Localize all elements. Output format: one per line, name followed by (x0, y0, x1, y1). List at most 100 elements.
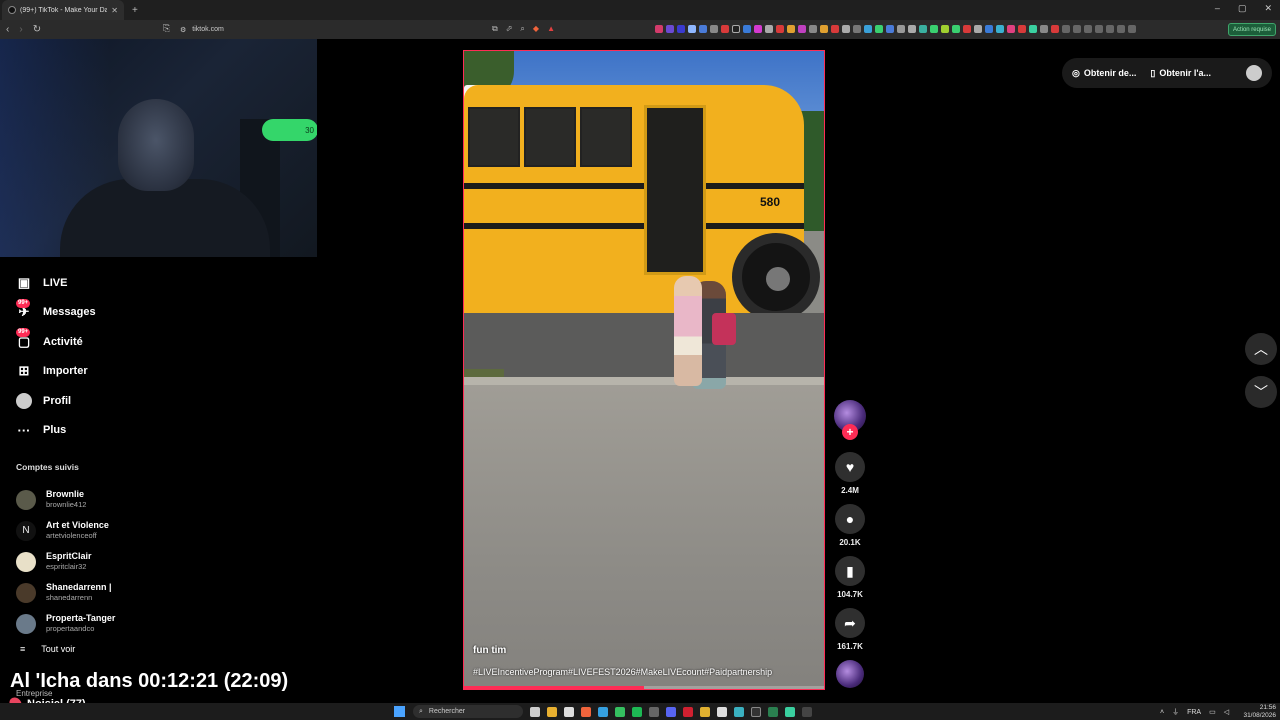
chatgpt-icon[interactable] (717, 707, 727, 717)
share-arrow-icon[interactable]: ➦ (835, 608, 865, 638)
following-account[interactable]: Properta-Tanger propertaandco (16, 608, 216, 639)
minimize-button[interactable]: – (1215, 3, 1220, 14)
close-window-button[interactable]: ✕ (1264, 3, 1272, 14)
sidebar-item-profile[interactable]: Profil (16, 386, 216, 416)
extension-icon[interactable] (776, 25, 784, 33)
following-account[interactable]: Shanedarrenn | shanedarrenn (16, 577, 216, 608)
task-view-icon[interactable] (530, 707, 540, 717)
terminal-icon[interactable] (751, 707, 761, 717)
downloads-icon[interactable] (1084, 25, 1092, 33)
extension-icon[interactable] (886, 25, 894, 33)
video-player[interactable]: 580 (463, 50, 825, 690)
next-video-button[interactable]: ﹀ (1245, 376, 1277, 408)
video-hashtags[interactable]: #LIVEIncentiveProgram#LIVEFEST2026#MakeL… (473, 667, 772, 677)
new-tab-button[interactable]: + (132, 5, 138, 16)
telegram-icon[interactable] (598, 707, 608, 717)
extension-icon[interactable] (710, 25, 718, 33)
zoom-icon[interactable]: ⌕ (520, 24, 524, 34)
chrome-icon[interactable] (700, 707, 710, 717)
comment-icon[interactable]: ● (835, 504, 865, 534)
sidebar-icon[interactable] (1095, 25, 1103, 33)
extension-icon[interactable] (688, 25, 696, 33)
following-account[interactable]: N Art et Violence artetviolenceoff (16, 515, 216, 546)
site-info-icon[interactable]: ⚙ (180, 26, 186, 34)
brave-icon[interactable] (581, 707, 591, 717)
sidebar-item-more[interactable]: ··· Plus (16, 416, 216, 446)
action-required-button[interactable]: Action requise (1227, 23, 1276, 36)
sidebar-item-upload[interactable]: ⊞ Importer (16, 357, 216, 387)
previous-video-button[interactable]: ︿ (1245, 333, 1277, 365)
extension-icon[interactable] (666, 25, 674, 33)
extension-icon[interactable] (732, 25, 740, 33)
sidebar-item-messages[interactable]: ✈ 99+ Messages (16, 298, 216, 328)
extension-icon[interactable] (721, 25, 729, 33)
maximize-button[interactable]: ▢ (1238, 3, 1247, 14)
forward-arrow-icon[interactable]: › (19, 24, 22, 35)
extension-icon[interactable] (985, 25, 993, 33)
extension-icon[interactable] (677, 25, 685, 33)
bookmark-icon[interactable]: ⎘ (163, 23, 170, 34)
browser-tab[interactable]: (99+) TikTok - Make Your Day ✕ (2, 0, 124, 20)
extension-icon[interactable] (930, 25, 938, 33)
extension-icon[interactable] (875, 25, 883, 33)
get-desktop-app-button[interactable]: ◎ Obtenir de... (1072, 68, 1136, 79)
display-icon[interactable]: ▭ (1209, 708, 1216, 716)
music-disc-icon[interactable] (836, 660, 864, 688)
extension-icon[interactable] (831, 25, 839, 33)
extension-icon[interactable] (798, 25, 806, 33)
back-arrow-icon[interactable]: ‹ (6, 24, 9, 35)
usb-icon[interactable]: ⏚ (1172, 707, 1179, 717)
whatsapp-icon[interactable] (615, 707, 625, 717)
playlist-icon[interactable] (1073, 25, 1081, 33)
extension-icon[interactable] (908, 25, 916, 33)
get-app-button[interactable]: ▯ Obtenir l'a... (1150, 68, 1211, 79)
store-icon[interactable] (564, 707, 574, 717)
warning-icon[interactable]: ▲ (547, 24, 555, 34)
follow-plus-icon[interactable]: + (842, 424, 858, 440)
extension-icon[interactable] (919, 25, 927, 33)
tab-close-icon[interactable]: ✕ (111, 6, 118, 15)
following-account[interactable]: EspritClair espritclair32 (16, 546, 216, 577)
wallet-icon[interactable] (1106, 25, 1114, 33)
extension-icon[interactable] (897, 25, 905, 33)
extension-icon[interactable] (963, 25, 971, 33)
extension-icon[interactable] (1040, 25, 1048, 33)
taskbar-clock[interactable]: 21:56 31/08/2026 (1243, 704, 1276, 719)
file-explorer-icon[interactable] (547, 707, 557, 717)
language-indicator[interactable]: FRA (1187, 709, 1201, 716)
excel-icon[interactable] (768, 707, 778, 717)
vpn-icon[interactable] (1128, 25, 1136, 33)
extension-icon[interactable] (853, 25, 861, 33)
extension-icon[interactable] (1029, 25, 1037, 33)
extension-icon[interactable] (974, 25, 982, 33)
extension-icon[interactable] (1007, 25, 1015, 33)
windows-start-icon[interactable] (394, 706, 405, 717)
install-icon[interactable]: ⬀ (506, 24, 513, 34)
extension-icon[interactable] (765, 25, 773, 33)
bookmark-icon[interactable]: ▮ (835, 556, 865, 586)
video-progress-bar[interactable] (464, 686, 824, 689)
see-all-button[interactable]: ≡ Tout voir (20, 644, 75, 654)
taskbar-search[interactable]: ⌕ Rechercher (413, 705, 523, 718)
extension-icon[interactable] (655, 25, 663, 33)
extension-icon[interactable] (699, 25, 707, 33)
sidebar-item-live[interactable]: ▣ LIVE (16, 268, 216, 298)
author-avatar[interactable]: + (834, 400, 866, 440)
extension-icon[interactable] (842, 25, 850, 33)
extension-icon[interactable] (1018, 25, 1026, 33)
leo-ai-icon[interactable] (1117, 25, 1125, 33)
app-icon[interactable] (649, 707, 659, 717)
following-account[interactable]: Brownlie brownlie412 (16, 484, 216, 515)
opera-icon[interactable] (683, 707, 693, 717)
heart-icon[interactable]: ♥ (835, 452, 865, 482)
discord-icon[interactable] (666, 707, 676, 717)
extension-icon[interactable] (996, 25, 1004, 33)
brave-shield-icon[interactable]: ◆ (533, 24, 539, 34)
volume-icon[interactable]: ◁ (1224, 708, 1229, 716)
cloud-icon[interactable] (734, 707, 744, 717)
extension-icon[interactable] (743, 25, 751, 33)
app-icon[interactable] (802, 707, 812, 717)
spotify-icon[interactable] (632, 707, 642, 717)
extension-icon[interactable] (864, 25, 872, 33)
sidebar-item-activity[interactable]: ▢ 99+ Activité (16, 327, 216, 357)
